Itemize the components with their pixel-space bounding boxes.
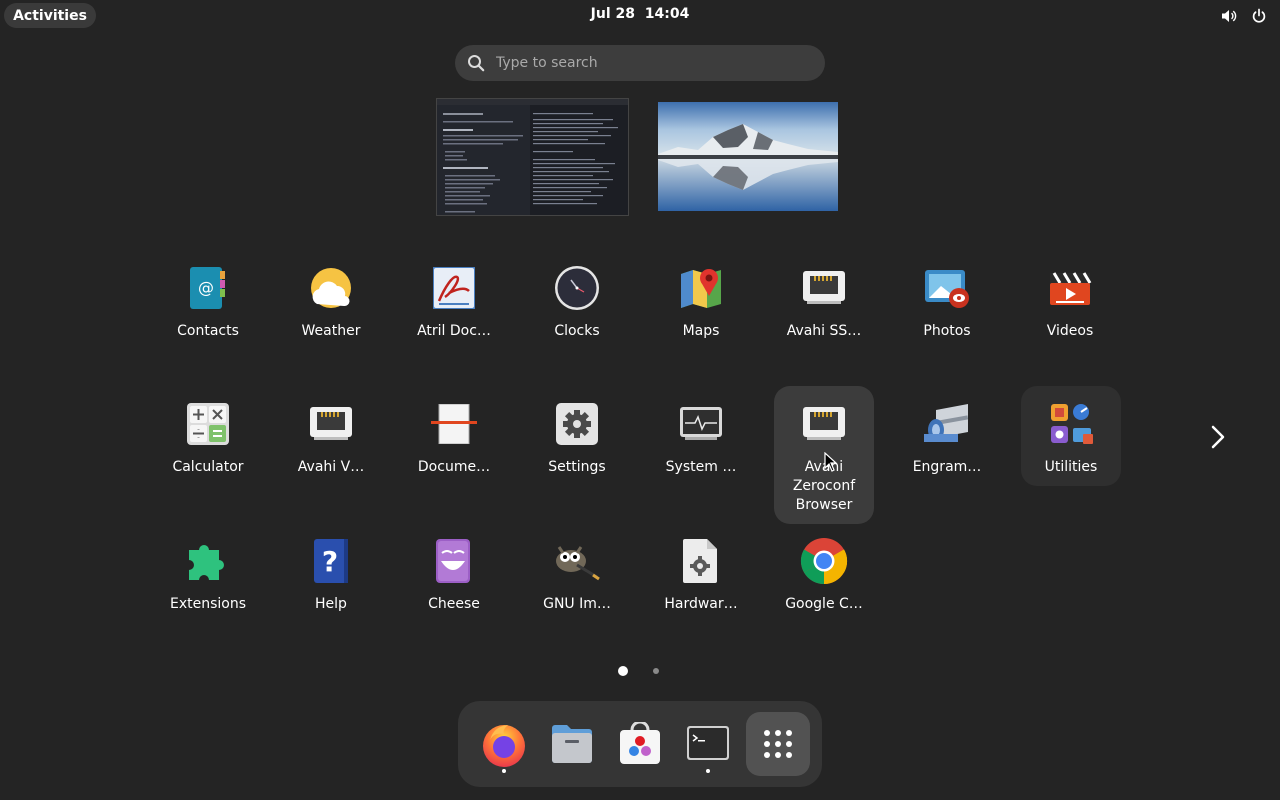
document-scanner-icon	[430, 400, 478, 448]
top-bar: Activities Jul 28 14:04	[0, 0, 1280, 32]
app-cheese[interactable]: Cheese	[404, 523, 504, 623]
app-label: Cheese	[428, 596, 480, 612]
app-label: Maps	[682, 323, 720, 339]
page-dot-2[interactable]	[653, 668, 659, 674]
system-monitor-icon	[677, 400, 725, 448]
app-label: Utilities	[1044, 459, 1098, 475]
dock-terminal[interactable]	[678, 713, 738, 775]
app-document-scanner[interactable]: Docume…	[404, 386, 504, 486]
app-system-monitor[interactable]: System …	[651, 386, 751, 486]
search-icon	[468, 55, 485, 72]
firefox-icon	[483, 725, 525, 767]
weather-icon	[307, 264, 355, 312]
hardware-icon	[677, 537, 725, 585]
app-contacts[interactable]: @ Contacts	[158, 250, 258, 350]
date-label: Jul 28	[590, 6, 635, 22]
clock-button[interactable]: Jul 28 14:04	[560, 6, 720, 22]
svg-text:@: @	[198, 278, 214, 297]
app-settings[interactable]: Settings	[527, 386, 627, 486]
software-icon	[620, 722, 660, 764]
app-hardware[interactable]: Hardwar…	[651, 523, 751, 623]
mouse-cursor-icon	[824, 452, 838, 472]
svg-text:?: ?	[322, 545, 338, 578]
maps-icon	[677, 264, 725, 312]
gimp-icon	[553, 537, 601, 585]
dock-files[interactable]	[542, 713, 602, 775]
app-maps[interactable]: Maps	[651, 250, 751, 350]
app-avahi-ssh[interactable]: Avahi SS…	[774, 250, 874, 350]
network-icon	[800, 264, 848, 312]
app-avahi-vnc[interactable]: Avahi V…	[281, 386, 381, 486]
app-label: Docume…	[417, 459, 491, 475]
videos-icon	[1046, 264, 1094, 312]
app-google-chrome[interactable]: Google C…	[774, 523, 874, 623]
app-extensions[interactable]: Extensions	[158, 523, 258, 623]
app-label: Videos	[1046, 323, 1094, 339]
dock-software[interactable]	[610, 713, 670, 775]
page-indicator	[612, 665, 672, 677]
app-label: Help	[315, 596, 347, 612]
network-icon	[800, 400, 848, 448]
app-label: Hardwar…	[664, 596, 738, 612]
search-input[interactable]	[496, 55, 796, 71]
dash	[458, 701, 822, 787]
app-label: Avahi SS…	[786, 323, 862, 339]
app-label: Weather	[301, 323, 361, 339]
network-icon	[307, 400, 355, 448]
photos-icon	[923, 264, 971, 312]
app-calculator[interactable]: Calculator	[158, 386, 258, 486]
app-help[interactable]: ? Help	[281, 523, 381, 623]
app-label: Calculator	[172, 459, 244, 475]
contacts-icon: @	[184, 264, 232, 312]
page-dot-1[interactable]	[618, 666, 628, 676]
clocks-icon	[553, 264, 601, 312]
running-indicator	[502, 769, 506, 773]
app-label: Atril Doc…	[417, 323, 491, 339]
search-bar[interactable]	[455, 45, 825, 81]
atril-icon	[430, 264, 478, 312]
show-apps-button[interactable]	[746, 712, 810, 776]
activities-button[interactable]: Activities	[4, 3, 96, 28]
terminal-icon	[687, 726, 729, 760]
help-icon: ?	[307, 537, 355, 585]
app-label: Clocks	[554, 323, 600, 339]
calculator-icon	[184, 400, 232, 448]
app-engrampa[interactable]: Engram…	[897, 386, 997, 486]
settings-icon	[553, 400, 601, 448]
app-label: Contacts	[177, 323, 239, 339]
files-icon	[552, 725, 592, 763]
app-clocks[interactable]: Clocks	[527, 250, 627, 350]
folder-utilities[interactable]: Utilities	[1021, 386, 1121, 486]
power-icon[interactable]	[1250, 7, 1268, 25]
dock-firefox[interactable]	[474, 713, 534, 775]
app-label: Settings	[548, 459, 606, 475]
app-label: Google C…	[785, 596, 863, 612]
cheese-icon	[430, 537, 478, 585]
app-gimp[interactable]: GNU Im…	[527, 523, 627, 623]
app-grid-icon	[764, 730, 792, 758]
app-label: Extensions	[169, 596, 247, 612]
app-label: System …	[665, 459, 737, 475]
chrome-icon	[800, 537, 848, 585]
volume-icon[interactable]	[1220, 7, 1238, 25]
app-atril[interactable]: Atril Doc…	[404, 250, 504, 350]
time-label: 14:04	[644, 6, 690, 22]
system-tray[interactable]	[1220, 7, 1268, 25]
next-page-arrow-icon[interactable]	[1204, 423, 1232, 451]
app-weather[interactable]: Weather	[281, 250, 381, 350]
engrampa-icon	[923, 400, 971, 448]
app-label: Engram…	[912, 459, 982, 475]
app-photos[interactable]: Photos	[897, 250, 997, 350]
workspace-thumbnail-2[interactable]	[658, 102, 838, 211]
app-videos[interactable]: Videos	[1020, 250, 1120, 350]
running-indicator	[706, 769, 710, 773]
extensions-icon	[184, 537, 232, 585]
terminal-and-document-preview	[437, 99, 628, 215]
app-label: Avahi V…	[297, 459, 365, 475]
workspace-thumbnail-1[interactable]	[436, 98, 629, 216]
folder-icon	[1047, 400, 1095, 448]
app-label: Photos	[923, 323, 971, 339]
wallpaper-preview	[658, 102, 838, 211]
app-label: GNU Im…	[543, 596, 611, 612]
